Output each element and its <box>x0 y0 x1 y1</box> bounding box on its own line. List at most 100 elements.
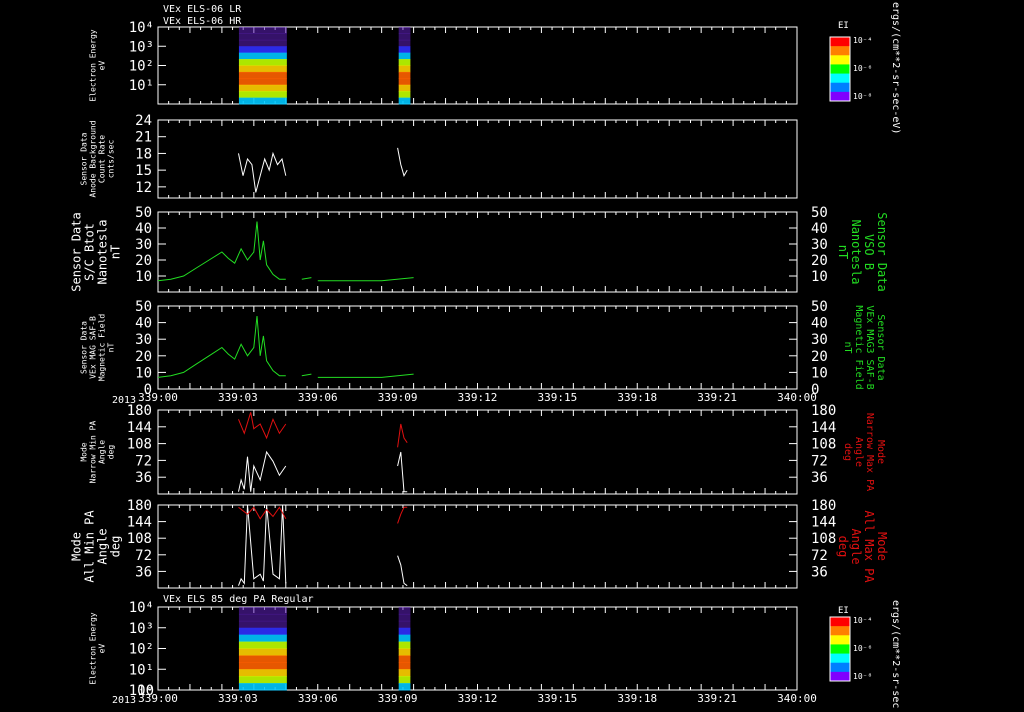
heatmap-cell <box>398 641 411 649</box>
y-axis-label-right: Sensor Data <box>875 314 886 380</box>
header-line2: VEx ELS-06 HR <box>163 16 242 27</box>
colorbar-tick-label: 10⁻⁸ <box>853 92 872 101</box>
time-tick-label: 340:00 <box>777 391 817 404</box>
y-tick-label: 50 <box>135 205 152 221</box>
y-tick-label-right: 10 <box>811 365 828 381</box>
colorbar-swatch <box>830 55 850 65</box>
y-axis-label-right: VSO B <box>862 234 876 270</box>
heatmap-cell <box>238 683 287 691</box>
header-line1: VEx ELS-06 LR <box>163 4 242 15</box>
colorbar-swatch <box>830 46 850 56</box>
heatmap-cell <box>238 634 287 643</box>
colorbar-swatch <box>830 662 850 673</box>
y-axis-label-right: nT <box>836 245 850 259</box>
y-axis-label: Mode <box>80 442 89 461</box>
panel-frame <box>157 409 798 495</box>
heatmap-cell <box>238 78 287 86</box>
colorbar-swatch <box>830 82 850 93</box>
time-tick-label: 339:06 <box>298 692 338 705</box>
colorbar-swatch <box>830 644 850 655</box>
y-tick-label-right: 40 <box>811 221 828 237</box>
heatmap-cell <box>238 627 287 636</box>
y-axis-label: deg <box>109 536 123 558</box>
y-tick-label-right: 50 <box>811 205 828 221</box>
y-tick-label: 30 <box>135 332 152 348</box>
heatmap-cell <box>238 607 287 615</box>
heatmap-cell <box>238 84 287 92</box>
colorbar-label-top: EI <box>838 21 849 31</box>
heatmap-cell <box>398 27 411 34</box>
y-tick-label-right: 10 <box>811 269 828 285</box>
y-tick-label: 10³ <box>129 39 154 55</box>
y-tick-label: 10³ <box>129 621 154 637</box>
y-axis-label-right: Mode <box>875 440 886 464</box>
series-line <box>317 373 414 378</box>
time-tick-label: 339:00 <box>138 391 178 404</box>
series-line <box>238 506 287 520</box>
y-tick-label: 180 <box>127 403 152 419</box>
time-tick-label: 339:15 <box>538 391 578 404</box>
y-tick-label: 12 <box>135 180 152 196</box>
y-axis-label: eV <box>98 61 107 71</box>
y-tick-label: 20 <box>135 253 152 269</box>
y-axis-label: Sensor Data <box>80 321 89 374</box>
series-line <box>238 504 287 586</box>
y-axis-label: All Min PA <box>83 510 97 583</box>
y-axis-label-right: Nanotesla <box>849 219 863 284</box>
y-tick-label: 10¹ <box>129 662 154 678</box>
plot-svg: VEx ELS-06 LR VEx ELS-06 HR VEx ELS 85 d… <box>70 2 902 712</box>
y-axis-label-right: All Max PA <box>862 510 876 583</box>
colorbar-tick-label: 10⁻⁸ <box>853 672 872 681</box>
heatmap-cell <box>398 91 411 99</box>
y-tick-label-right: 180 <box>811 403 836 419</box>
y-axis-label: Count Rate <box>98 135 107 183</box>
heatmap-cell <box>398 52 411 60</box>
y-tick-label-right: 40 <box>811 316 828 332</box>
heatmap-cell <box>398 683 411 691</box>
heatmap-cell <box>238 97 287 105</box>
series-line <box>397 555 408 587</box>
y-tick-label-right: 30 <box>811 332 828 348</box>
heatmap-cell <box>398 65 411 73</box>
colorbar-tick-label: 10⁻⁶ <box>853 644 872 653</box>
heatmap-cell <box>398 59 411 66</box>
y-tick-label: 10⁴ <box>129 600 154 616</box>
y-tick-label-right: 108 <box>811 531 836 547</box>
bottom-panel-title: VEx ELS 85 deg PA Regular <box>163 594 314 605</box>
y-axis-label: Magnetic Field <box>98 314 107 382</box>
y-axis-label-right: Sensor Data <box>875 212 889 291</box>
series-line <box>397 423 408 448</box>
heatmap-cell <box>398 669 411 677</box>
heatmap-cell <box>238 59 287 66</box>
heatmap-cell <box>398 46 411 54</box>
y-tick-label: 10² <box>129 59 154 75</box>
heatmap-cell <box>238 662 287 670</box>
y-axis-label: S/C Btot <box>83 223 97 281</box>
heatmap-cell <box>398 627 411 636</box>
series-line <box>238 412 287 440</box>
colorbar-swatch <box>830 635 850 645</box>
y-axis-label-right: Mode <box>875 532 889 561</box>
heatmap-cell <box>238 65 287 73</box>
y-tick-label: 10⁴ <box>129 20 154 36</box>
time-tick-label: 339:09 <box>378 692 418 705</box>
y-tick-label: 50 <box>135 299 152 315</box>
y-tick-label: 144 <box>127 420 152 436</box>
time-tick-label: 339:12 <box>458 692 498 705</box>
y-tick-label: 10² <box>129 642 154 658</box>
y-tick-label-right: 144 <box>811 420 836 436</box>
time-tick-label: 340:00 <box>777 692 817 705</box>
heatmap-cell <box>238 33 287 41</box>
colorbar-swatch <box>830 653 850 664</box>
heatmap-cell <box>238 71 287 79</box>
time-tick-label: 339:15 <box>538 692 578 705</box>
y-tick-label: 40 <box>135 221 152 237</box>
y-axis-label: nT <box>107 343 116 353</box>
heatmap-cell <box>238 39 287 47</box>
y-tick-label-right: 36 <box>811 564 828 580</box>
heatmap-cell <box>238 655 287 663</box>
heatmap-cell <box>398 33 411 41</box>
time-tick-label: 339:03 <box>218 391 258 404</box>
colorbar-label-bottom: EI <box>838 606 849 616</box>
y-axis-label-right: deg <box>842 443 853 461</box>
